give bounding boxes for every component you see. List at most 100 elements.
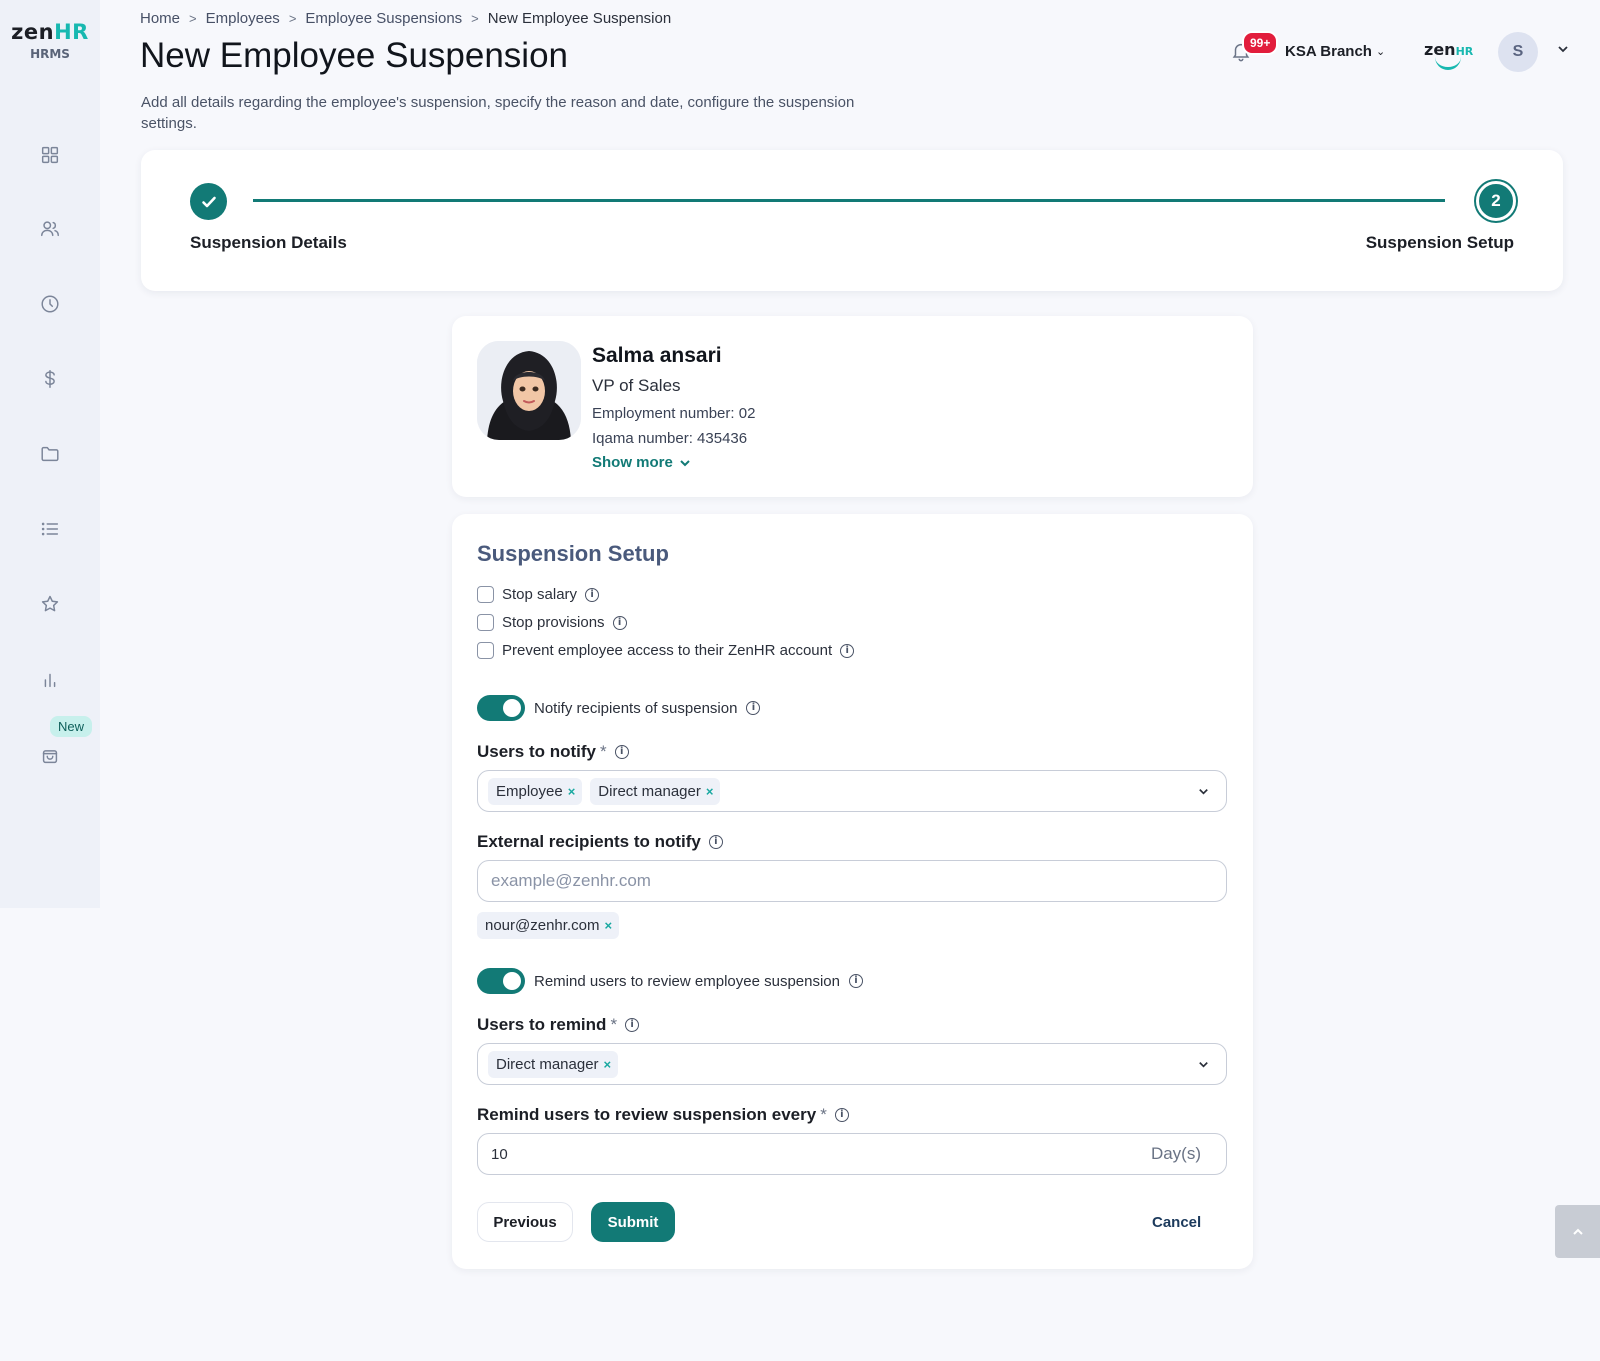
section-title: Suspension Setup <box>477 541 669 566</box>
show-more-label: Show more <box>592 454 673 471</box>
remind-every-label-text: Remind users to review suspension every <box>477 1105 817 1124</box>
employment-number: Employment number: 02 <box>592 405 756 422</box>
chevron-right-icon: > <box>288 11 297 26</box>
notify-toggle-row: Notify recipients of suspension i <box>477 695 761 721</box>
breadcrumb-home[interactable]: Home <box>140 10 180 27</box>
bag-icon[interactable] <box>38 743 62 767</box>
prevent-access-checkbox[interactable] <box>477 642 494 659</box>
close-icon[interactable]: × <box>706 784 714 799</box>
remind-toggle-row: Remind users to review employee suspensi… <box>477 968 863 994</box>
external-recipients-label: External recipients to notify i <box>477 832 723 852</box>
chevron-right-icon: > <box>189 11 197 26</box>
page-title: New Employee Suspension <box>140 36 569 75</box>
users-to-remind-label-text: Users to remind <box>477 1015 607 1034</box>
chevron-down-icon <box>680 459 690 466</box>
info-icon[interactable]: i <box>612 615 627 630</box>
notify-toggle-label: Notify recipients of suspension <box>534 699 738 717</box>
chevron-right-icon: > <box>471 11 479 26</box>
page-description: Add all details regarding the employee's… <box>141 94 855 132</box>
users-to-notify-select[interactable]: Employee × Direct manager × <box>477 770 1227 812</box>
chevron-down-icon: ⌄ <box>1375 46 1386 58</box>
step-1-label[interactable]: Suspension Details <box>190 233 347 253</box>
required-mark: * <box>600 742 607 761</box>
info-icon[interactable]: i <box>848 974 863 988</box>
step-2-indicator: 2 <box>1476 181 1516 221</box>
stepper-line <box>253 199 1445 202</box>
breadcrumb-current: New Employee Suspension <box>487 10 672 27</box>
users-to-remind-select[interactable]: Direct manager × <box>477 1043 1227 1085</box>
dollar-icon[interactable] <box>38 367 62 391</box>
chip-employee: Employee × <box>488 777 583 805</box>
users-icon[interactable] <box>38 217 62 241</box>
info-icon[interactable]: i <box>834 1108 849 1122</box>
clock-icon[interactable] <box>38 292 62 316</box>
notification-badge: 99+ <box>1242 31 1279 55</box>
employee-name: Salma ansari <box>592 344 722 367</box>
branch-selector[interactable]: KSA Branch ⌄ <box>1285 43 1385 60</box>
logo-subtitle: HRMS <box>30 47 70 61</box>
prevent-access-row: Prevent employee access to their ZenHR a… <box>477 642 855 659</box>
remind-every-input[interactable] <box>477 1133 1227 1175</box>
show-more-link[interactable]: Show more <box>592 454 691 471</box>
step-2-label: Suspension Setup <box>1365 233 1514 252</box>
breadcrumb-suspensions[interactable]: Employee Suspensions <box>305 10 462 27</box>
close-icon[interactable]: × <box>568 784 576 799</box>
logo-hr-text: HR <box>54 20 89 44</box>
info-icon[interactable]: i <box>840 643 855 658</box>
remind-every-label: Remind users to review suspension every … <box>477 1105 849 1125</box>
app-logo[interactable]: zenHR HRMS <box>0 20 100 61</box>
employee-card: Salma ansari VP of Sales Employment numb… <box>452 316 1253 497</box>
chip-direct-manager: Direct manager × <box>488 1050 619 1078</box>
cancel-button[interactable]: Cancel <box>1152 1202 1201 1242</box>
external-recipient-list: nour@zenhr.com × <box>477 912 620 939</box>
info-icon[interactable]: i <box>746 701 761 715</box>
chevron-up-icon <box>1572 1228 1583 1235</box>
notify-toggle[interactable] <box>477 695 525 721</box>
remind-toggle[interactable] <box>477 968 525 994</box>
company-logo-arc <box>1435 56 1461 70</box>
iqama-number: Iqama number: 435436 <box>592 430 748 447</box>
stepper: 2 Suspension Details Suspension Setup <box>141 150 1563 291</box>
external-recipients-label-text: External recipients to notify <box>477 832 701 851</box>
close-icon[interactable]: × <box>604 1057 612 1072</box>
stop-salary-checkbox[interactable] <box>477 586 494 603</box>
sidebar: zenHR HRMS New <box>0 0 100 908</box>
chip-label: nour@zenhr.com <box>485 917 600 934</box>
scroll-to-top-button[interactable] <box>1555 1205 1600 1258</box>
folder-icon[interactable] <box>38 442 62 466</box>
stop-salary-row: Stop salary i <box>477 586 600 603</box>
chevron-down-icon <box>1197 1058 1210 1076</box>
users-to-remind-label: Users to remind * i <box>477 1015 640 1035</box>
submit-button[interactable]: Submit <box>591 1202 675 1242</box>
dashboard-icon[interactable] <box>38 143 62 167</box>
suspension-setup-form: Suspension Setup Stop salary i Stop prov… <box>452 514 1253 1269</box>
info-icon[interactable]: i <box>585 587 600 602</box>
chip-label: Direct manager <box>496 1055 599 1073</box>
breadcrumb-employees[interactable]: Employees <box>206 10 280 27</box>
step-complete-icon[interactable] <box>190 183 227 220</box>
info-icon[interactable]: i <box>614 745 629 759</box>
chart-icon[interactable] <box>38 668 62 692</box>
info-icon[interactable]: i <box>625 1018 640 1032</box>
chip-label: Direct manager <box>598 782 701 800</box>
chevron-down-icon[interactable] <box>1556 42 1570 61</box>
close-icon[interactable]: × <box>604 918 612 933</box>
chevron-down-icon <box>1197 785 1210 803</box>
chip-label: Employee <box>496 782 563 800</box>
required-mark: * <box>610 1015 618 1034</box>
star-icon[interactable] <box>38 592 62 616</box>
breadcrumb: Home > Employees > Employee Suspensions … <box>140 10 671 27</box>
users-to-notify-label: Users to notify * i <box>477 742 629 762</box>
branch-label: KSA Branch <box>1285 43 1372 60</box>
external-email-input[interactable] <box>477 860 1227 902</box>
users-to-notify-label-text: Users to notify <box>477 742 597 761</box>
previous-button[interactable]: Previous <box>477 1202 573 1242</box>
avatar[interactable]: S <box>1498 32 1538 72</box>
chip-external-email: nour@zenhr.com × <box>477 912 620 939</box>
remind-every-unit: Day(s) <box>1150 1144 1201 1163</box>
list-icon[interactable] <box>38 517 62 541</box>
stop-provisions-checkbox[interactable] <box>477 614 494 631</box>
required-mark: * <box>820 1105 827 1124</box>
info-icon[interactable]: i <box>708 835 723 849</box>
stop-salary-label: Stop salary <box>502 586 578 603</box>
